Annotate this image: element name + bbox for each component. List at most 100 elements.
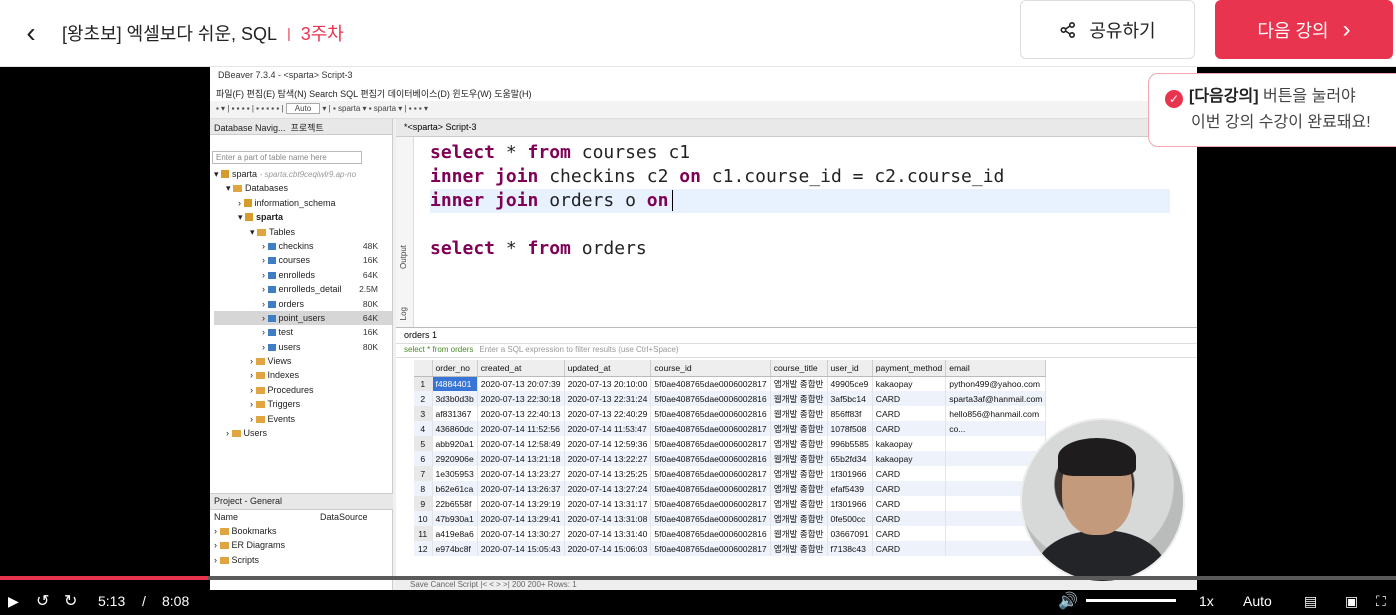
table-cell[interactable]: 3d3b0d3b bbox=[432, 391, 478, 406]
table-cell[interactable]: 2020-07-13 22:40:13 bbox=[477, 406, 565, 421]
table-row[interactable]: 5 abb920a1 2020-07-14 12:58:49 2020-07-14 1… bbox=[414, 436, 1047, 451]
table-cell[interactable]: CARD bbox=[872, 511, 947, 526]
table-cell[interactable]: CARD bbox=[872, 421, 947, 436]
next-lecture-button[interactable]: 다음 강의 › bbox=[1215, 0, 1393, 59]
nav-tab[interactable]: Database Navig... bbox=[214, 123, 286, 133]
tree-info-schema[interactable]: › information_schema bbox=[214, 196, 392, 210]
table-cell[interactable]: 22b6558f bbox=[432, 496, 478, 511]
table-cell[interactable]: 5f0ae408765dae0006002817 bbox=[650, 376, 771, 391]
toolbar-auto[interactable]: Auto bbox=[285, 103, 321, 114]
table-cell[interactable]: CARD bbox=[872, 391, 947, 406]
pip-icon[interactable]: ▣ bbox=[1345, 588, 1358, 615]
table-cell[interactable]: 2020-07-14 11:52:56 bbox=[477, 421, 565, 436]
table-cell[interactable]: kakaopay bbox=[872, 376, 947, 391]
table-cell[interactable]: 1f301966 bbox=[827, 496, 873, 511]
table-cell[interactable]: f7138c43 bbox=[827, 541, 873, 556]
tree-folder-item[interactable]: › Views bbox=[214, 354, 392, 368]
table-row[interactable]: 1 f4884401 2020-07-13 20:07:39 2020-07-13 2… bbox=[414, 376, 1047, 391]
table-row[interactable]: 8 b62e61ca 2020-07-14 13:26:37 2020-07-14 1… bbox=[414, 481, 1047, 496]
table-cell[interactable]: 2020-07-14 11:53:47 bbox=[564, 421, 652, 436]
tree-conn[interactable]: ▾ sparta - sparta.cbt9ceqiwlr9.ap-no bbox=[214, 167, 392, 181]
table-cell[interactable]: CARD bbox=[872, 466, 947, 481]
volume-icon[interactable]: 🔊 bbox=[1058, 588, 1078, 615]
tree-table-item[interactable]: › orders 80K bbox=[214, 297, 392, 311]
table-cell[interactable]: 웹개발 종합반 bbox=[770, 526, 828, 541]
result-tab[interactable]: orders 1 bbox=[396, 328, 1197, 344]
project-item[interactable]: › Scripts bbox=[214, 553, 393, 567]
column-header[interactable]: payment_method bbox=[872, 360, 947, 377]
table-cell[interactable]: hello856@hanmail.com bbox=[945, 406, 1047, 421]
column-header[interactable]: course_title bbox=[770, 360, 828, 377]
table-cell[interactable]: 5f0ae408765dae0006002817 bbox=[650, 496, 771, 511]
table-cell[interactable]: 5f0ae408765dae0006002817 bbox=[650, 466, 771, 481]
table-cell[interactable]: 856ff83f bbox=[827, 406, 873, 421]
table-cell[interactable] bbox=[945, 541, 1047, 556]
table-cell[interactable]: kakaopay bbox=[872, 451, 947, 466]
output-side-tab[interactable]: Output bbox=[399, 245, 408, 269]
table-cell[interactable]: 앱개발 종합반 bbox=[770, 421, 828, 436]
table-cell[interactable]: 앱개발 종합반 bbox=[770, 466, 828, 481]
project-tab[interactable]: 프로젝트 bbox=[291, 123, 324, 133]
table-cell[interactable]: python499@yahoo.com bbox=[945, 376, 1047, 391]
column-header[interactable]: course_id bbox=[650, 360, 771, 377]
column-header[interactable]: order_no bbox=[432, 360, 478, 377]
table-cell[interactable]: 2020-07-14 15:05:43 bbox=[477, 541, 565, 556]
table-row[interactable]: 10 47b930a1 2020-07-14 13:29:41 2020-07-14 … bbox=[414, 511, 1047, 526]
table-cell[interactable]: 0fe500cc bbox=[827, 511, 873, 526]
project-item[interactable]: › Bookmarks bbox=[214, 524, 393, 538]
table-cell[interactable]: 2020-07-13 22:31:24 bbox=[564, 391, 652, 406]
table-row[interactable]: 2 3d3b0d3b 2020-07-13 22:30:18 2020-07-13 2… bbox=[414, 391, 1047, 406]
tree-tables[interactable]: ▾ Tables bbox=[214, 225, 392, 239]
result-filter[interactable]: select * from orders Enter a SQL expressi… bbox=[396, 344, 1197, 358]
table-cell[interactable]: 웹개발 종합반 bbox=[770, 406, 828, 421]
table-cell[interactable]: 2020-07-14 13:30:27 bbox=[477, 526, 565, 541]
table-cell[interactable]: efaf5439 bbox=[827, 481, 873, 496]
table-cell[interactable]: 5f0ae408765dae0006002817 bbox=[650, 481, 771, 496]
fullscreen-icon[interactable]: ⛶ bbox=[1376, 588, 1386, 615]
forward-10-icon[interactable]: ↻ bbox=[64, 588, 77, 615]
table-cell[interactable]: 5f0ae408765dae0006002816 bbox=[650, 391, 771, 406]
table-cell[interactable]: CARD bbox=[872, 496, 947, 511]
table-cell[interactable]: 2020-07-13 22:30:18 bbox=[477, 391, 565, 406]
table-cell[interactable]: 2020-07-14 13:23:27 bbox=[477, 466, 565, 481]
tree-databases[interactable]: ▾ Databases bbox=[214, 181, 392, 195]
editor-tab[interactable]: *<sparta> Script-3 bbox=[396, 119, 1197, 137]
table-cell[interactable]: 47b930a1 bbox=[432, 511, 478, 526]
project-general-tab[interactable]: Project - General bbox=[210, 494, 393, 510]
quality-button[interactable]: Auto bbox=[1243, 588, 1272, 615]
table-cell[interactable]: 앱개발 종합반 bbox=[770, 496, 828, 511]
share-button[interactable]: 공유하기 bbox=[1020, 0, 1195, 59]
table-cell[interactable]: CARD bbox=[872, 481, 947, 496]
table-row[interactable]: 4 436860dc 2020-07-14 11:52:56 2020-07-14 1… bbox=[414, 421, 1047, 436]
table-cell[interactable]: 2020-07-14 13:29:41 bbox=[477, 511, 565, 526]
tree-table-item[interactable]: › courses 16K bbox=[214, 253, 392, 267]
progress-bar[interactable] bbox=[0, 576, 1396, 580]
back-icon[interactable]: ‹ bbox=[0, 0, 62, 67]
column-header[interactable]: user_id bbox=[827, 360, 873, 377]
table-cell[interactable]: 1f301966 bbox=[827, 466, 873, 481]
table-cell[interactable]: 2920906e bbox=[432, 451, 478, 466]
table-filter-input[interactable]: Enter a part of table name here bbox=[212, 151, 362, 164]
table-cell[interactable]: co... bbox=[945, 421, 1047, 436]
table-cell[interactable]: 웹개발 종합반 bbox=[770, 391, 828, 406]
tree-table-item[interactable]: › users 80K bbox=[214, 340, 392, 354]
table-row[interactable]: 11 a419e8a6 2020-07-14 13:30:27 2020-07-14 … bbox=[414, 526, 1047, 541]
table-cell[interactable]: CARD bbox=[872, 541, 947, 556]
table-cell[interactable]: 2020-07-14 15:06:03 bbox=[564, 541, 652, 556]
table-row[interactable]: 9 22b6558f 2020-07-14 13:29:19 2020-07-14 1… bbox=[414, 496, 1047, 511]
table-cell[interactable]: sparta3af@hanmail.com bbox=[945, 391, 1047, 406]
tree-folder-item[interactable]: › Events bbox=[214, 412, 392, 426]
table-cell[interactable]: a419e8a6 bbox=[432, 526, 478, 541]
table-cell[interactable]: 앱개발 종합반 bbox=[770, 481, 828, 496]
tree-table-item[interactable]: › enrolleds 64K bbox=[214, 268, 392, 282]
column-header[interactable]: updated_at bbox=[564, 360, 652, 377]
table-cell[interactable]: 2020-07-14 13:31:08 bbox=[564, 511, 652, 526]
table-cell[interactable]: 2020-07-14 13:31:17 bbox=[564, 496, 652, 511]
table-cell[interactable]: 5f0ae408765dae0006002817 bbox=[650, 541, 771, 556]
table-cell[interactable] bbox=[945, 436, 1047, 451]
table-cell[interactable]: 5f0ae408765dae0006002817 bbox=[650, 511, 771, 526]
table-cell[interactable]: 앱개발 종합반 bbox=[770, 541, 828, 556]
table-cell[interactable]: 앱개발 종합반 bbox=[770, 436, 828, 451]
table-cell[interactable]: 49905ce9 bbox=[827, 376, 873, 391]
log-side-tab[interactable]: Log bbox=[399, 307, 408, 320]
